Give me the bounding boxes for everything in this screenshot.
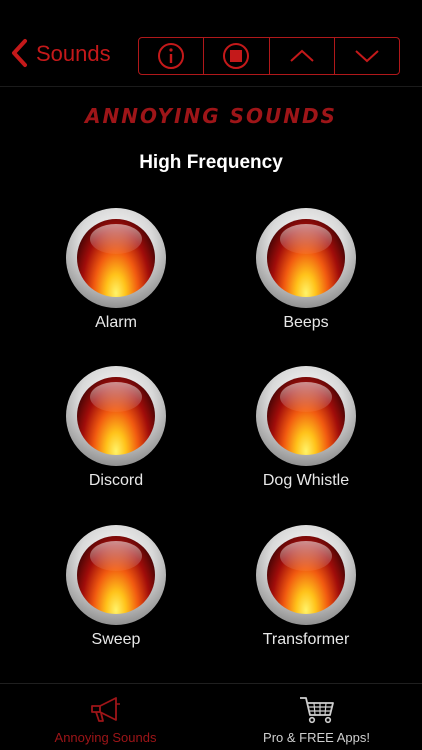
back-button[interactable]: Sounds: [10, 38, 111, 68]
megaphone-icon: [90, 697, 120, 722]
orb-button-icon: [256, 525, 356, 625]
sound-label: Beeps: [283, 314, 329, 331]
orb-button-icon: [66, 525, 166, 625]
sound-label: Transformer: [262, 631, 350, 648]
cart-icon: [299, 697, 334, 724]
info-icon: [158, 43, 185, 69]
back-button-label: Sounds: [36, 41, 111, 66]
tab-annoying-sounds[interactable]: Annoying Sounds: [0, 684, 211, 750]
stop-button[interactable]: [203, 38, 268, 74]
tab-pro-free-apps[interactable]: Pro & FREE Apps!: [211, 684, 422, 750]
orb-button-icon: [66, 366, 166, 466]
orb-button-icon: [256, 208, 356, 308]
sound-button-beeps[interactable]: Beeps: [211, 208, 401, 332]
chevron-left-icon: [12, 39, 27, 67]
sound-label: Discord: [88, 472, 144, 489]
sound-label: Dog Whistle: [262, 472, 350, 489]
navigation-bar: Sounds: [0, 0, 422, 87]
sound-button-dog-whistle[interactable]: Dog Whistle: [211, 366, 401, 490]
chevron-down-icon: [355, 50, 379, 63]
tab-label: Annoying Sounds: [54, 730, 157, 745]
section-title: High Frequency: [139, 152, 283, 173]
info-button[interactable]: [139, 38, 203, 74]
tab-label: Pro & FREE Apps!: [263, 730, 370, 745]
previous-button[interactable]: [268, 38, 334, 74]
orb-button-icon: [256, 366, 356, 466]
sound-button-alarm[interactable]: Alarm: [21, 208, 211, 332]
app-logo: ANNOYING SOUNDS: [85, 104, 337, 128]
sound-button-sweep[interactable]: Sweep: [21, 525, 211, 649]
sound-button-transformer[interactable]: Transformer: [211, 525, 401, 649]
chevron-up-icon: [289, 49, 314, 62]
tab-bar: Annoying Sounds Pro & FREE Apps!: [0, 683, 422, 750]
segmented-control: [138, 37, 400, 75]
stop-icon: [223, 43, 250, 69]
sound-button-discord[interactable]: Discord: [21, 366, 211, 490]
sound-label: Sweep: [91, 631, 141, 648]
next-button[interactable]: [333, 38, 399, 74]
sound-label: Alarm: [95, 314, 137, 331]
orb-button-icon: [66, 208, 166, 308]
